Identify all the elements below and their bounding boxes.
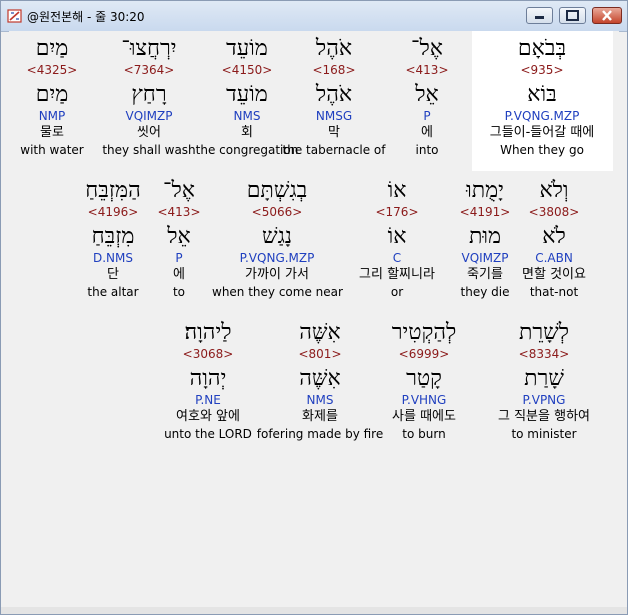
- hebrew-word: אוֹ: [387, 178, 407, 203]
- morphology-code: NMP: [38, 109, 66, 123]
- korean-gloss: 그리 할찌니라: [359, 267, 435, 282]
- strongs-number: <4196>: [87, 205, 139, 219]
- title-bar[interactable]: @원전본해 - 줄 30:20: [1, 1, 627, 32]
- morphology-code: D.NMS: [92, 251, 133, 265]
- strongs-number: <4325>: [26, 63, 78, 77]
- english-gloss: unto the LORD: [164, 427, 252, 441]
- morphology-code: P.VQNG.MZP: [504, 109, 580, 123]
- english-gloss: When they go: [500, 143, 584, 157]
- lemma-word: שָׁרַת: [524, 366, 564, 391]
- hebrew-word: בְּבֹאָם: [517, 36, 567, 61]
- korean-gloss: 그들이-들어갈 때에: [489, 125, 595, 140]
- maximize-icon: [566, 10, 579, 21]
- morphology-code: P.NE: [195, 393, 221, 407]
- morphology-code: C: [392, 251, 402, 265]
- maximize-button[interactable]: [559, 7, 586, 24]
- korean-gloss: 그 직분을 행하여: [498, 409, 590, 424]
- word-column[interactable]: הַמִּזְבֵּחַ <4196> מִזְבֵּחַ D.NMS 단 the alt…: [48, 178, 178, 300]
- word-column[interactable]: לַיהוָה׃ <3068> יְהוָה P.NE 여호와 앞에 unto the L…: [143, 320, 273, 442]
- english-gloss: with water: [20, 143, 84, 157]
- hebrew-word: לְשָׁרֵת: [518, 320, 570, 345]
- close-icon: [602, 10, 612, 21]
- english-gloss: the altar: [87, 285, 139, 299]
- korean-gloss: 물로: [40, 125, 64, 140]
- minimize-icon: [535, 16, 544, 19]
- lemma-word: מִזְבֵּחַ: [91, 224, 135, 249]
- korean-gloss: 단: [107, 267, 119, 282]
- strongs-number: <801>: [298, 347, 342, 361]
- word-column[interactable]: מַיִם <4325> מַיִם NMP 물로 with water: [0, 36, 117, 158]
- word-column[interactable]: לְשָׁרֵת <8334> שָׁרַת P.VPNG 그 직분을 행하여 to mi…: [479, 320, 609, 442]
- lemma-word: מַיִם: [35, 82, 69, 107]
- bottom-border: [1, 607, 627, 614]
- interlinear-view[interactable]: בְּבֹאָם <935> בּוֹא P.VQNG.MZP 그들이-들어갈 때에 Wh…: [9, 31, 619, 606]
- english-gloss: to minister: [511, 427, 577, 441]
- close-button[interactable]: [592, 7, 622, 24]
- app-window: @원전본해 - 줄 30:20 בְּבֹאָם <935> בּוֹא P.VQNG…: [0, 0, 628, 615]
- word-column[interactable]: אִשֶּׁה <801> אִשֶּׁה NMS 화제를 fofering made b…: [255, 320, 385, 442]
- strongs-number: <8334>: [518, 347, 570, 361]
- lemma-word: יְהוָה: [189, 366, 227, 391]
- morphology-code: NMS: [306, 393, 334, 407]
- strongs-number: <935>: [520, 63, 564, 77]
- lemma-word: אִשֶּׁה: [299, 366, 341, 391]
- book-icon: [7, 9, 22, 23]
- hebrew-word: הַמִּזְבֵּחַ: [85, 178, 141, 203]
- hebrew-word: אִשֶּׁה: [299, 320, 341, 345]
- morphology-code: P.VPNG: [522, 393, 566, 407]
- hebrew-word: לַיהוָה׃: [184, 320, 232, 345]
- word-column[interactable]: בְּבֹאָם <935> בּוֹא P.VQNG.MZP 그들이-들어갈 때에 Wh…: [477, 36, 607, 158]
- window-title: @원전본해 - 줄 30:20: [27, 10, 145, 24]
- english-gloss: fofering made by fire: [256, 427, 384, 441]
- lemma-word: בּוֹא: [527, 82, 557, 107]
- korean-gloss: 여호와 앞에: [176, 409, 240, 424]
- english-gloss: or: [390, 285, 404, 299]
- strongs-number: <3068>: [182, 347, 234, 361]
- word-column[interactable]: אוֹ <176> אוֹ C 그리 할찌니라 or: [332, 178, 462, 300]
- hebrew-word: מַיִם: [35, 36, 69, 61]
- strongs-number: <176>: [375, 205, 419, 219]
- korean-gloss: 화제를: [302, 409, 338, 424]
- minimize-button[interactable]: [526, 7, 553, 24]
- lemma-word: אוֹ: [387, 224, 407, 249]
